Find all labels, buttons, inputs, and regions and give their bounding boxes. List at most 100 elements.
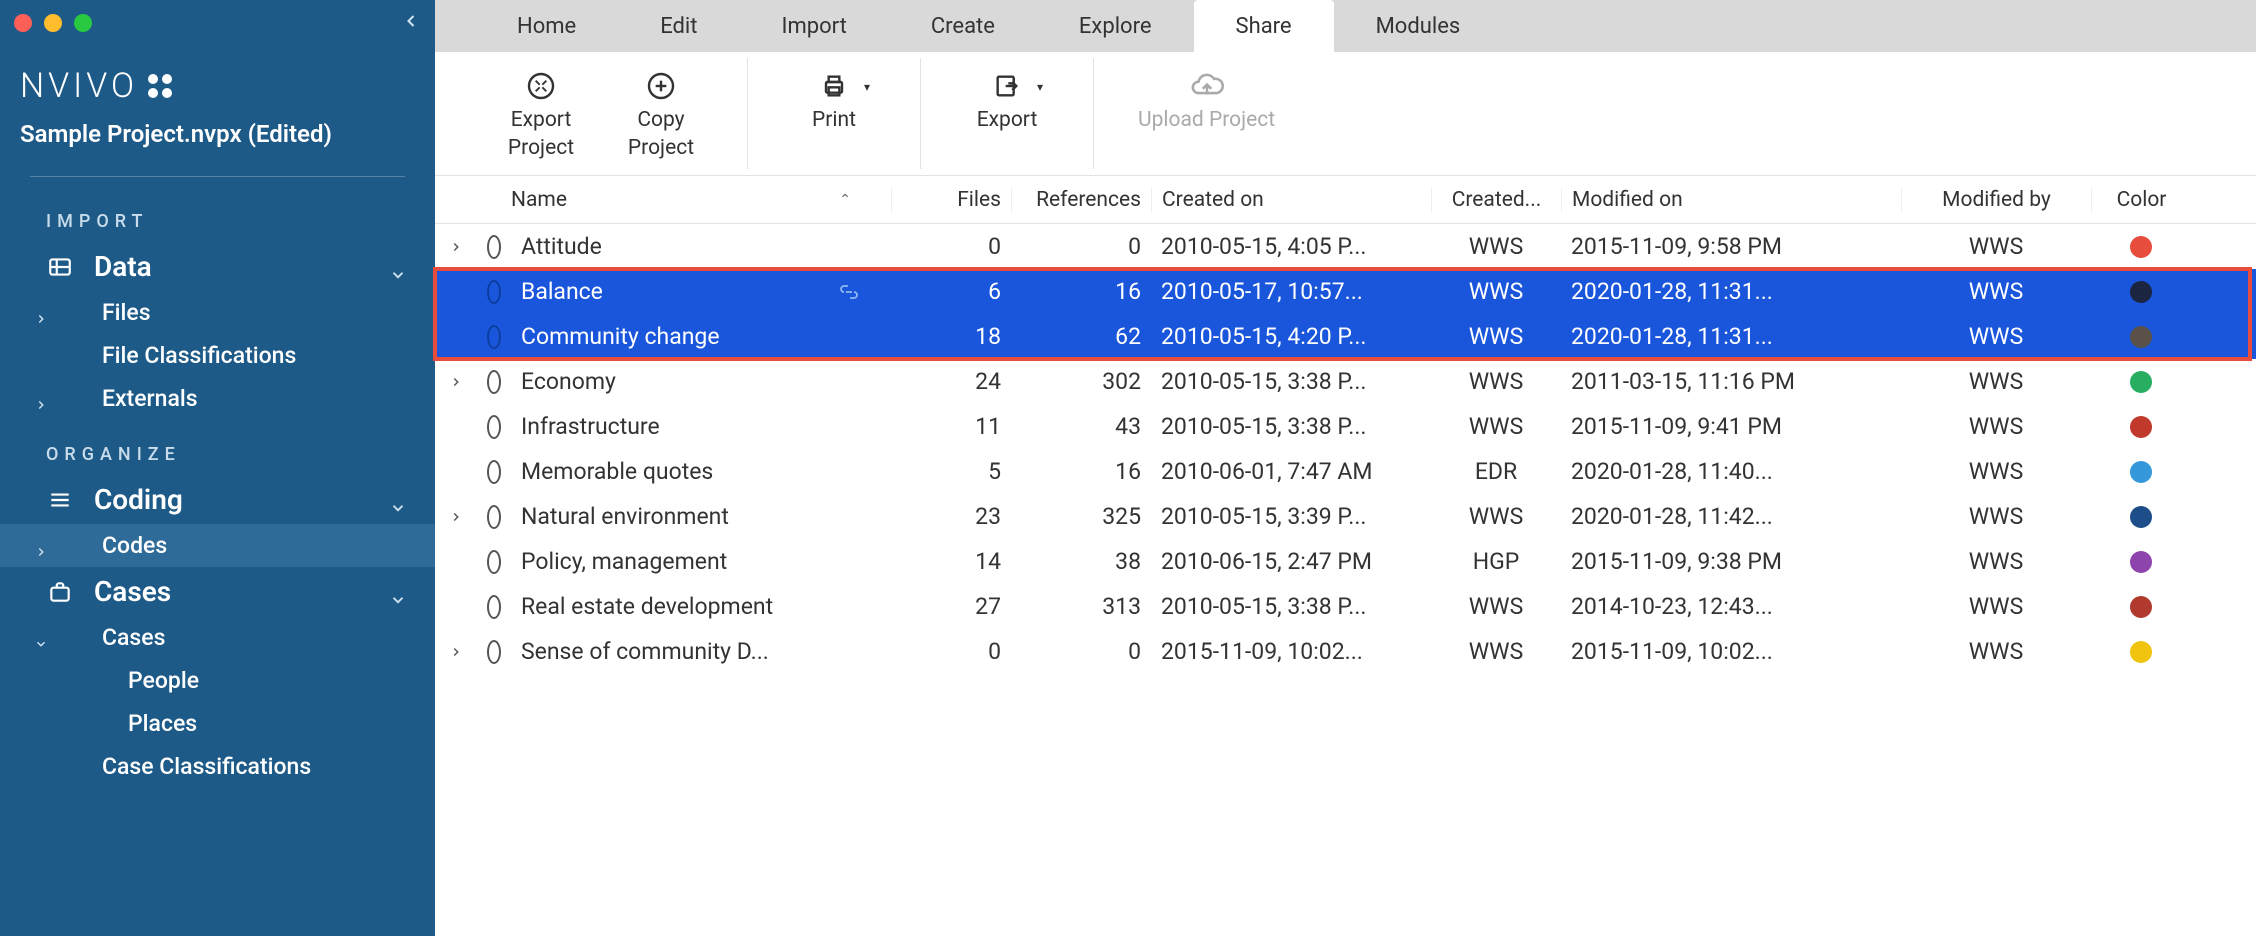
tab-share[interactable]: Share [1194, 0, 1334, 52]
row-created-by: WWS [1431, 368, 1561, 395]
ribbon-label: Export [977, 108, 1038, 132]
ribbon-label: Project [628, 136, 694, 160]
ribbon: Export Project Copy Project ▾ Print [435, 52, 2256, 176]
row-modified-by: WWS [1901, 233, 2091, 260]
column-files[interactable]: Files [891, 188, 1011, 212]
table-row[interactable]: Natural environment233252010-05-15, 3:39… [435, 494, 2256, 539]
table-row[interactable]: Policy, management14382010-06-15, 2:47 P… [435, 539, 2256, 584]
row-references: 325 [1011, 503, 1151, 530]
row-created-by: WWS [1431, 278, 1561, 305]
tab-import[interactable]: Import [739, 0, 888, 52]
chevron-down-icon [389, 583, 407, 601]
expand-toggle[interactable] [435, 645, 477, 659]
row-created-on: 2010-05-15, 3:38 P... [1151, 593, 1431, 620]
code-node-icon [477, 370, 511, 394]
row-modified-by: WWS [1901, 503, 2091, 530]
row-modified-on: 2020-01-28, 11:31... [1561, 278, 1901, 305]
ribbon-label: Print [812, 108, 856, 132]
code-node-icon [477, 415, 511, 439]
close-window[interactable] [14, 14, 32, 32]
sidebar-item-file-classifications[interactable]: File Classifications [0, 334, 435, 377]
app-brand: NVIVO [0, 46, 435, 114]
tab-home[interactable]: Home [475, 0, 618, 52]
row-color [2091, 326, 2191, 348]
export-project-button[interactable]: Export Project [481, 62, 601, 166]
row-color [2091, 281, 2191, 303]
maximize-window[interactable] [74, 14, 92, 32]
export-button[interactable]: ▾ Export [947, 62, 1067, 166]
row-created-on: 2010-05-15, 3:38 P... [1151, 413, 1431, 440]
sidebar-item-coding[interactable]: Coding [0, 475, 435, 524]
copy-project-button[interactable]: Copy Project [601, 62, 721, 166]
column-name[interactable]: Name ⌃ [511, 188, 891, 212]
expand-toggle[interactable] [435, 240, 477, 254]
sidebar-item-data[interactable]: Data [0, 242, 435, 291]
collapse-sidebar-button[interactable] [401, 9, 421, 37]
export-project-icon [525, 68, 557, 104]
sidebar-item-externals[interactable]: Externals [0, 377, 435, 420]
ribbon-label: Upload Project [1138, 108, 1275, 132]
sidebar-item-people[interactable]: People [0, 659, 435, 702]
sidebar: NVIVO Sample Project.nvpx (Edited) IMPOR… [0, 0, 435, 936]
column-created-by[interactable]: Created... [1431, 188, 1561, 212]
column-modified-on[interactable]: Modified on [1561, 188, 1901, 212]
row-created-by: HGP [1431, 548, 1561, 575]
minimize-window[interactable] [44, 14, 62, 32]
tab-edit[interactable]: Edit [618, 0, 739, 52]
sidebar-item-case-classifications[interactable]: Case Classifications [0, 745, 435, 788]
table-row[interactable]: Attitude002010-05-15, 4:05 P...WWS2015-1… [435, 224, 2256, 269]
column-label: Name [511, 188, 567, 212]
app-name: NVIVO [20, 66, 138, 106]
row-name: Policy, management [511, 548, 891, 575]
table-row[interactable]: Real estate development273132010-05-15, … [435, 584, 2256, 629]
ribbon-label: Export [511, 108, 572, 132]
row-name: Community change [511, 323, 891, 350]
table-row[interactable]: Economy243022010-05-15, 3:38 P...WWS2011… [435, 359, 2256, 404]
table-row[interactable]: Community change18622010-05-15, 4:20 P..… [435, 314, 2256, 359]
column-label: Color [2117, 188, 2167, 212]
row-files: 18 [891, 323, 1011, 350]
tab-create[interactable]: Create [889, 0, 1037, 52]
row-files: 14 [891, 548, 1011, 575]
row-created-on: 2010-06-15, 2:47 PM [1151, 548, 1431, 575]
row-created-by: WWS [1431, 503, 1561, 530]
sidebar-item-cases-sub[interactable]: Cases [0, 616, 435, 659]
data-icon [46, 253, 74, 281]
column-label: References [1036, 188, 1141, 212]
row-modified-by: WWS [1901, 593, 2091, 620]
row-modified-on: 2015-11-09, 10:02... [1561, 638, 1901, 665]
table-row[interactable]: Balance6162010-05-17, 10:57...WWS2020-01… [435, 269, 2256, 314]
sidebar-item-label: Places [128, 710, 197, 737]
sidebar-item-cases[interactable]: Cases [0, 567, 435, 616]
table-row[interactable]: Sense of community D...002015-11-09, 10:… [435, 629, 2256, 674]
table-header: Name ⌃ Files References Created on Creat… [435, 176, 2256, 224]
tab-explore[interactable]: Explore [1037, 0, 1194, 52]
sidebar-item-codes[interactable]: Codes [0, 524, 435, 567]
table-row[interactable]: Memorable quotes5162010-06-01, 7:47 AMED… [435, 449, 2256, 494]
row-references: 16 [1011, 278, 1151, 305]
column-color[interactable]: Color [2091, 188, 2191, 212]
row-created-by: WWS [1431, 323, 1561, 350]
sidebar-item-label: Externals [102, 385, 198, 412]
main-panel: HomeEditImportCreateExploreShareModules … [435, 0, 2256, 936]
sidebar-item-label: Codes [102, 532, 167, 559]
sidebar-item-files[interactable]: Files [0, 291, 435, 334]
code-node-icon [477, 640, 511, 664]
expand-toggle[interactable] [435, 375, 477, 389]
row-color [2091, 371, 2191, 393]
row-color [2091, 596, 2191, 618]
tab-modules[interactable]: Modules [1334, 0, 1503, 52]
print-button[interactable]: ▾ Print [774, 62, 894, 166]
dropdown-caret-icon: ▾ [864, 80, 870, 94]
row-modified-on: 2014-10-23, 12:43... [1561, 593, 1901, 620]
expand-toggle[interactable] [435, 510, 477, 524]
row-created-by: EDR [1431, 458, 1561, 485]
column-references[interactable]: References [1011, 188, 1151, 212]
table-row[interactable]: Infrastructure11432010-05-15, 3:38 P...W… [435, 404, 2256, 449]
column-modified-by[interactable]: Modified by [1901, 188, 2091, 212]
sidebar-item-places[interactable]: Places [0, 702, 435, 745]
row-color [2091, 236, 2191, 258]
cloud-upload-icon [1190, 68, 1224, 104]
column-created-on[interactable]: Created on [1151, 188, 1431, 212]
row-modified-by: WWS [1901, 638, 2091, 665]
